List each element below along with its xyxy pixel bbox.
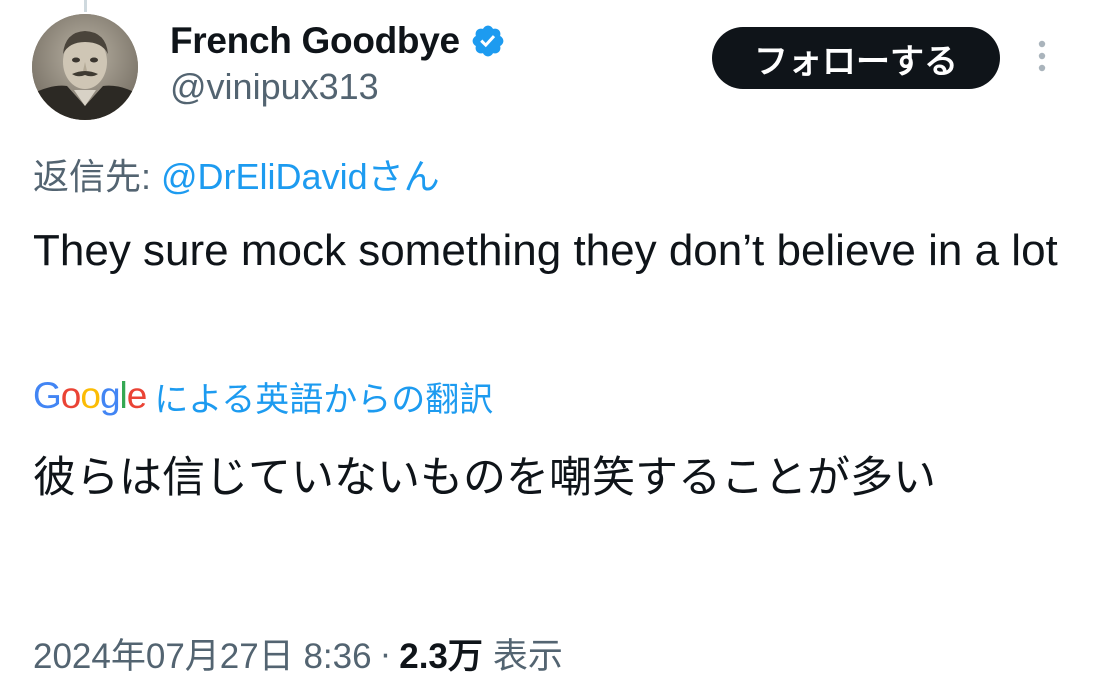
author-name-row: French Goodbye xyxy=(170,16,506,66)
translation-label[interactable]: による英語からの翻訳 xyxy=(154,372,493,421)
tweet-text: They sure mock something they don’t beli… xyxy=(33,226,1058,275)
google-logo-letter: e xyxy=(126,375,148,416)
tweet-meta: 2024年07月27日 8:36 · 2.3万 表示 xyxy=(33,628,563,679)
vintage-portrait-avatar-icon xyxy=(32,14,138,120)
author-handle[interactable]: @vinipux313 xyxy=(170,66,379,108)
view-label: 表示 xyxy=(492,637,563,676)
reply-target-suffix[interactable]: さん xyxy=(368,156,440,197)
thread-connector-line xyxy=(84,0,87,12)
google-logo-letter: G xyxy=(33,375,62,416)
vertical-ellipsis-icon[interactable] xyxy=(1030,38,1054,78)
follow-button[interactable]: フォローする xyxy=(712,27,1000,89)
avatar[interactable] xyxy=(32,14,138,120)
verified-badge-icon[interactable] xyxy=(470,23,506,59)
translated-text: 彼らは信じていないものを嘲笑することが多い xyxy=(33,454,936,502)
replying-to-prefix: 返信先: xyxy=(33,156,162,197)
reply-target-handle[interactable]: @DrEliDavid xyxy=(161,156,368,197)
google-logo: Google xyxy=(33,375,148,417)
tweet-timestamp[interactable]: 2024年07月27日 8:36 xyxy=(33,628,372,679)
meta-separator: · xyxy=(379,633,392,673)
translation-attribution[interactable]: Google による英語からの翻訳 xyxy=(33,372,493,420)
google-logo-letter: l xyxy=(119,375,128,416)
replying-to: 返信先: @DrEliDavidさん xyxy=(33,148,440,200)
google-logo-letter: o xyxy=(60,375,82,416)
view-count: 2.3万 xyxy=(399,637,483,676)
google-logo-letter: g xyxy=(99,375,121,416)
author-display-name[interactable]: French Goodbye xyxy=(170,20,460,62)
reply-target-link[interactable]: @DrEliDavidさん xyxy=(161,156,440,197)
google-logo-letter: o xyxy=(80,375,101,416)
